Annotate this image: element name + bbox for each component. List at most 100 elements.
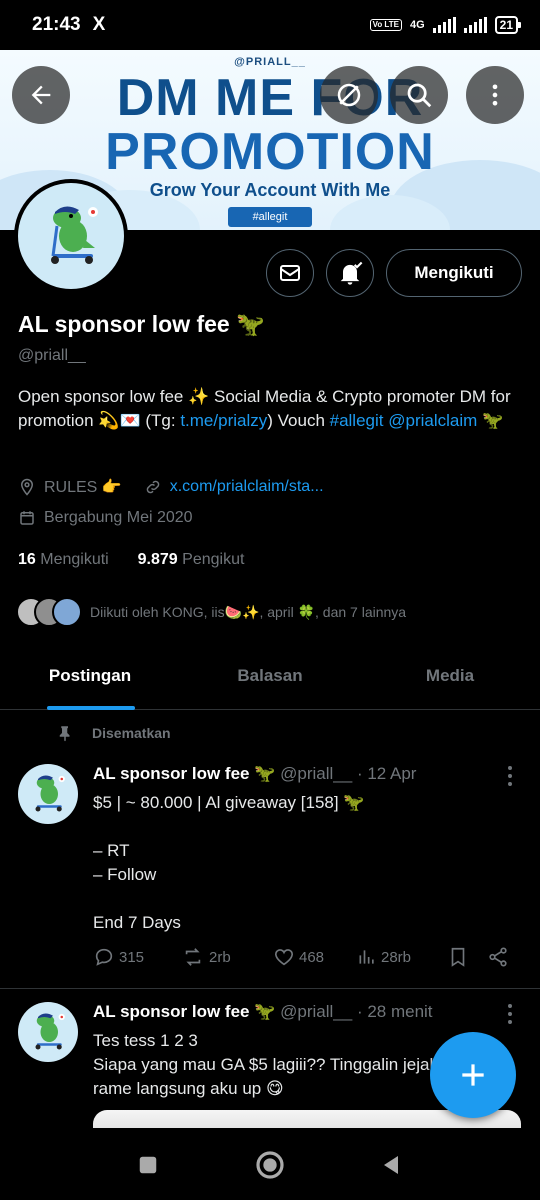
profile-website-link[interactable]: x.com/prialclaim/sta... — [170, 478, 324, 496]
reply-icon — [95, 948, 113, 966]
home-icon — [256, 1151, 284, 1179]
profile-avatar[interactable] — [14, 179, 128, 293]
plus-icon — [462, 1064, 484, 1086]
more-icon — [492, 84, 498, 106]
more-options-button[interactable] — [466, 66, 524, 124]
bell-check-icon — [340, 261, 363, 285]
tab-media[interactable]: Media — [360, 650, 540, 709]
search-icon — [407, 83, 432, 108]
views-count: 28rb — [381, 948, 412, 966]
post-author-name[interactable]: AL sponsor low fee 🦖 — [93, 764, 275, 783]
heart-icon — [274, 949, 294, 966]
share-icon — [489, 947, 507, 967]
like-count: 468 — [299, 948, 325, 966]
status-time: 21:43 — [32, 14, 81, 35]
hide-icon — [337, 83, 361, 107]
banner-headline-1: DM ME FOR — [116, 69, 424, 127]
followers-link[interactable]: 9.879 Pengikut — [138, 551, 245, 568]
system-nav-bar — [0, 1128, 540, 1200]
follower-avatar — [52, 597, 82, 627]
envelope-icon — [280, 265, 300, 281]
bio-text-2: ) Vouch — [267, 411, 330, 430]
profile-location: RULES 👉 — [44, 479, 122, 496]
dino-avatar-icon — [35, 1013, 65, 1050]
signal-icon-2 — [463, 17, 487, 33]
network-type: 4G — [409, 19, 425, 31]
battery-icon: 21 — [494, 16, 522, 34]
banner-headline-2: PROMOTION — [105, 123, 435, 181]
followed-by-text: Diikuti oleh KONG, iis🍉✨, april 🍀, dan 7… — [90, 603, 407, 620]
calendar-icon — [20, 511, 34, 525]
post-header: AL sponsor low fee 🦖 @priall__ · 28 meni… — [93, 1002, 433, 1022]
post-more-button[interactable] — [502, 766, 518, 786]
profile-meta-row: RULES 👉 x.com/prialclaim/sta... — [18, 477, 324, 497]
post-actions: 315 2rb 468 28rb — [93, 946, 513, 974]
notification-button[interactable] — [326, 249, 374, 297]
profile-name: AL sponsor low fee 🦖 — [18, 311, 265, 337]
repost-count: 2rb — [209, 948, 231, 966]
post-avatar[interactable] — [18, 1002, 78, 1062]
post-header: AL sponsor low fee 🦖 @priall__ · 12 Apr — [93, 764, 416, 784]
profile-joined: Bergabung Mei 2020 — [44, 509, 193, 526]
back-button[interactable] — [12, 66, 70, 124]
profile-bio: Open sponsor low fee ✨ Social Media & Cr… — [18, 385, 523, 433]
location-icon — [20, 478, 34, 496]
post-author-handle: @priall__ — [280, 1002, 353, 1021]
signal-icon — [432, 17, 456, 33]
pinned-indicator: Disematkan — [56, 724, 171, 742]
x-app-icon: X — [92, 14, 106, 35]
bio-link[interactable]: t.me/prialzy — [180, 411, 267, 430]
profile-joined-row: Bergabung Mei 2020 — [18, 509, 193, 527]
pinned-label: Disematkan — [92, 725, 171, 741]
bookmark-button[interactable] — [447, 946, 469, 968]
status-bar: 21:43 X Vo LTE 4G 21 — [0, 0, 540, 50]
post-avatar[interactable] — [18, 764, 78, 824]
compose-post-button[interactable] — [430, 1032, 516, 1118]
home-button[interactable] — [253, 1148, 287, 1182]
following-link[interactable]: 16 Mengikuti — [18, 551, 109, 568]
follow-counts: 16 Mengikuti 9.879 Pengikut — [18, 551, 244, 569]
profile-tabs: Postingan Balasan Media — [0, 650, 540, 710]
recents-icon — [139, 1156, 157, 1174]
share-button[interactable] — [487, 946, 509, 968]
following-count: 16 — [18, 551, 36, 568]
back-nav-button[interactable] — [374, 1148, 408, 1182]
tab-replies[interactable]: Balasan — [180, 650, 360, 709]
views-icon — [359, 950, 374, 964]
link-icon — [146, 480, 159, 494]
search-button[interactable] — [390, 66, 448, 124]
back-triangle-icon — [384, 1156, 398, 1174]
views-button[interactable]: 28rb — [357, 946, 411, 968]
tab-posts[interactable]: Postingan — [0, 650, 180, 710]
pin-icon — [59, 726, 70, 742]
reply-count: 315 — [119, 948, 145, 966]
bio-text-4: 🦖 — [477, 411, 504, 430]
followers-count: 9.879 — [137, 551, 178, 568]
bio-mention[interactable]: @prialclaim — [388, 411, 477, 430]
volte-icon: Vo LTE — [369, 19, 402, 31]
banner-tag: #allegit — [228, 207, 312, 227]
bookmark-icon — [451, 947, 465, 967]
message-button[interactable] — [266, 249, 314, 297]
recents-button[interactable] — [131, 1148, 165, 1182]
reply-button[interactable]: 315 — [93, 946, 144, 968]
profile-handle: @priall__ — [18, 347, 86, 364]
banner-handle: @PRIALL__ — [234, 56, 306, 68]
dino-avatar-icon — [51, 206, 98, 264]
post-divider — [0, 988, 540, 989]
post-author-name[interactable]: AL sponsor low fee 🦖 — [93, 1002, 275, 1021]
post-more-button[interactable] — [502, 1004, 518, 1024]
repost-button[interactable]: 2rb — [181, 946, 231, 968]
post-time: · 12 Apr — [356, 764, 417, 783]
following-label: Mengikuti — [40, 551, 109, 568]
repost-icon — [185, 948, 201, 966]
hide-button[interactable] — [320, 66, 378, 124]
dino-avatar-icon — [35, 775, 65, 812]
status-indicators: Vo LTE 4G 21 — [369, 16, 522, 34]
bio-hashtag[interactable]: #allegit — [330, 411, 384, 430]
like-button[interactable]: 468 — [273, 946, 324, 968]
followers-label: Pengikut — [182, 551, 245, 568]
post-text: $5 | ~ 80.000 | Al giveaway [158] 🦖 – RT… — [93, 793, 365, 932]
followed-by-row[interactable]: Diikuti oleh KONG, iis🍉✨, april 🍀, dan 7… — [16, 597, 406, 627]
following-button[interactable]: Mengikuti — [386, 249, 522, 297]
